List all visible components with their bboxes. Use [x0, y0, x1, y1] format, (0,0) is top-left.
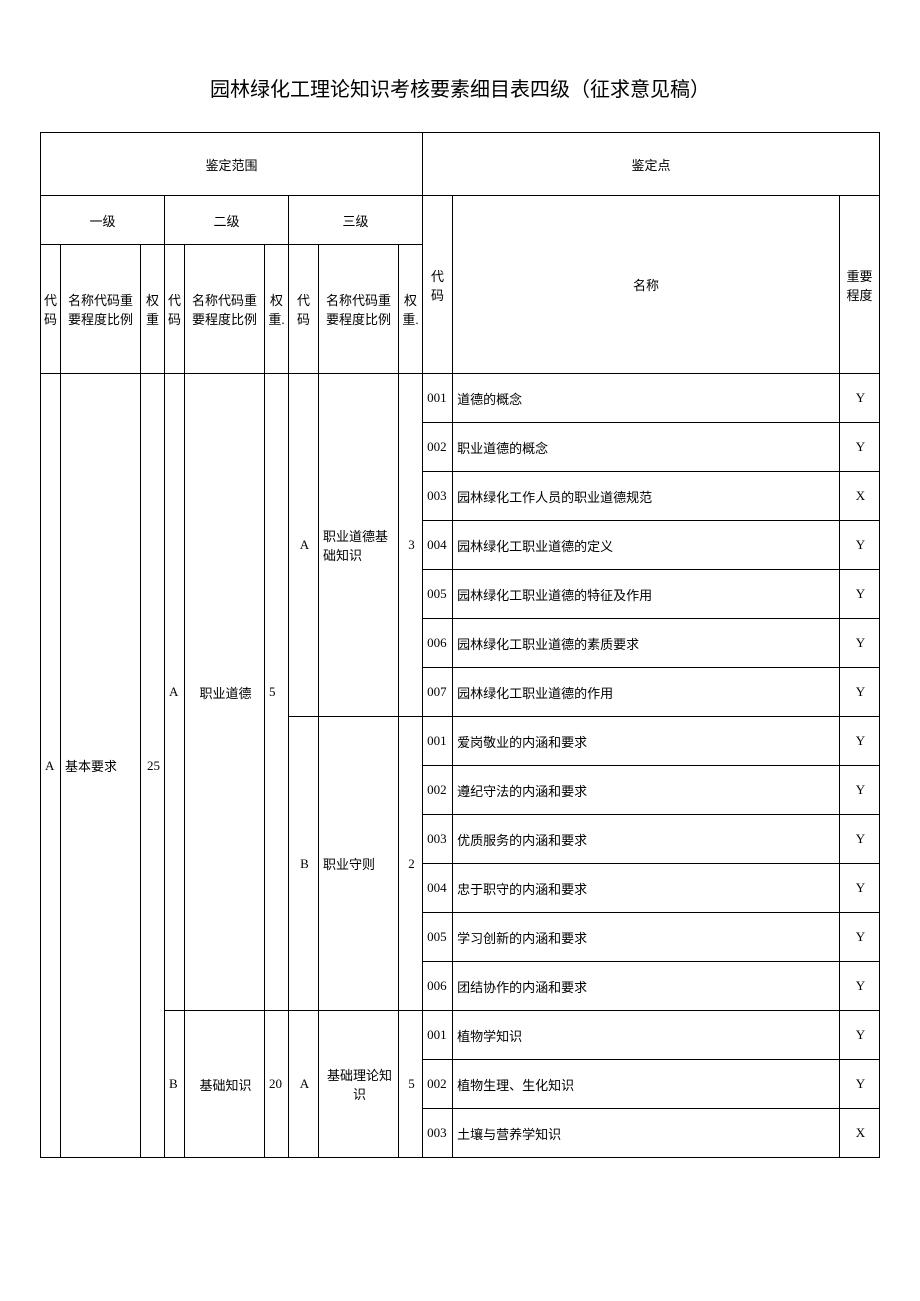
pt-code: 003	[423, 472, 453, 521]
header-code: 代码	[165, 245, 185, 374]
header-scope: 鉴定范围	[41, 133, 423, 196]
pt-name: 忠于职守的内涵和要求	[453, 864, 840, 913]
l3-name: 职业道德基础知识	[319, 374, 399, 717]
l2-name: 基础知识	[185, 1011, 265, 1158]
pt-name: 道德的概念	[453, 374, 840, 423]
pt-code: 006	[423, 962, 453, 1011]
header-l1: 一级	[41, 196, 165, 245]
l1-code: A	[41, 374, 61, 1158]
pt-code: 003	[423, 1109, 453, 1158]
pt-code: 004	[423, 864, 453, 913]
l2-code: A	[165, 374, 185, 1011]
pt-imp: Y	[840, 717, 880, 766]
pt-name: 园林绿化工职业道德的作用	[453, 668, 840, 717]
l2-name: 职业道德	[185, 374, 265, 1011]
pt-name: 植物生理、生化知识	[453, 1060, 840, 1109]
l3-code: A	[289, 1011, 319, 1158]
pt-imp: Y	[840, 815, 880, 864]
header-name-ratio: 名称代码重要程度比例	[319, 245, 399, 374]
table-row: A 基本要求 25 A 职业道德 5 A 职业道德基础知识 3 001 道德的概…	[41, 374, 880, 423]
l2-weight: 20	[265, 1011, 289, 1158]
pt-code: 007	[423, 668, 453, 717]
pt-code: 005	[423, 570, 453, 619]
pt-code: 002	[423, 1060, 453, 1109]
pt-imp: X	[840, 1109, 880, 1158]
pt-imp: X	[840, 472, 880, 521]
pt-imp: Y	[840, 374, 880, 423]
pt-name: 园林绿化工职业道德的特征及作用	[453, 570, 840, 619]
pt-code: 003	[423, 815, 453, 864]
header-weight-dot: 权重.	[265, 245, 289, 374]
header-name-ratio: 名称代码重要程度比例	[61, 245, 141, 374]
pt-name: 优质服务的内涵和要求	[453, 815, 840, 864]
header-l3: 三级	[289, 196, 423, 245]
header-weight-dot: 权重.	[399, 245, 423, 374]
pt-imp: Y	[840, 1011, 880, 1060]
table-row: B 基础知识 20 A 基础理论知识 5 001 植物学知识 Y	[41, 1011, 880, 1060]
l3-name: 基础理论知识	[319, 1011, 399, 1158]
pt-name: 遵纪守法的内涵和要求	[453, 766, 840, 815]
header-weight: 权重	[141, 245, 165, 374]
l3-weight: 5	[399, 1011, 423, 1158]
pt-imp: Y	[840, 766, 880, 815]
pt-name: 园林绿化工职业道德的素质要求	[453, 619, 840, 668]
pt-code: 001	[423, 717, 453, 766]
pt-imp: Y	[840, 1060, 880, 1109]
l3-weight: 3	[399, 374, 423, 717]
l3-code: A	[289, 374, 319, 717]
pt-name: 职业道德的概念	[453, 423, 840, 472]
pt-imp: Y	[840, 423, 880, 472]
l1-name: 基本要求	[61, 374, 141, 1158]
pt-imp: Y	[840, 864, 880, 913]
header-name-ratio: 名称代码重要程度比例	[185, 245, 265, 374]
l3-code: B	[289, 717, 319, 1011]
pt-code: 002	[423, 423, 453, 472]
pt-name: 园林绿化工作人员的职业道德规范	[453, 472, 840, 521]
page-title: 园林绿化工理论知识考核要素细目表四级（征求意见稿）	[40, 73, 880, 102]
pt-name: 园林绿化工职业道德的定义	[453, 521, 840, 570]
pt-code: 001	[423, 374, 453, 423]
pt-code: 006	[423, 619, 453, 668]
pt-imp: Y	[840, 668, 880, 717]
pt-code: 002	[423, 766, 453, 815]
pt-code: 001	[423, 1011, 453, 1060]
assessment-table: 鉴定范围 鉴定点 一级 二级 三级 代码 名称 重要程度 代码 名称代码重要程度…	[40, 132, 880, 1158]
header-l2: 二级	[165, 196, 289, 245]
header-point: 鉴定点	[423, 133, 880, 196]
pt-imp: Y	[840, 962, 880, 1011]
header-code: 代码	[41, 245, 61, 374]
l2-code: B	[165, 1011, 185, 1158]
l2-weight: 5	[265, 374, 289, 1011]
pt-code: 004	[423, 521, 453, 570]
pt-name: 学习创新的内涵和要求	[453, 913, 840, 962]
pt-code: 005	[423, 913, 453, 962]
pt-name: 植物学知识	[453, 1011, 840, 1060]
l3-weight: 2	[399, 717, 423, 1011]
header-pt-code: 代码	[423, 196, 453, 374]
l3-name: 职业守则	[319, 717, 399, 1011]
header-pt-imp: 重要程度	[840, 196, 880, 374]
pt-imp: Y	[840, 913, 880, 962]
header-pt-name: 名称	[453, 196, 840, 374]
l1-weight: 25	[141, 374, 165, 1158]
header-code: 代码	[289, 245, 319, 374]
pt-imp: Y	[840, 619, 880, 668]
pt-imp: Y	[840, 521, 880, 570]
pt-imp: Y	[840, 570, 880, 619]
pt-name: 土壤与营养学知识	[453, 1109, 840, 1158]
pt-name: 团结协作的内涵和要求	[453, 962, 840, 1011]
pt-name: 爱岗敬业的内涵和要求	[453, 717, 840, 766]
